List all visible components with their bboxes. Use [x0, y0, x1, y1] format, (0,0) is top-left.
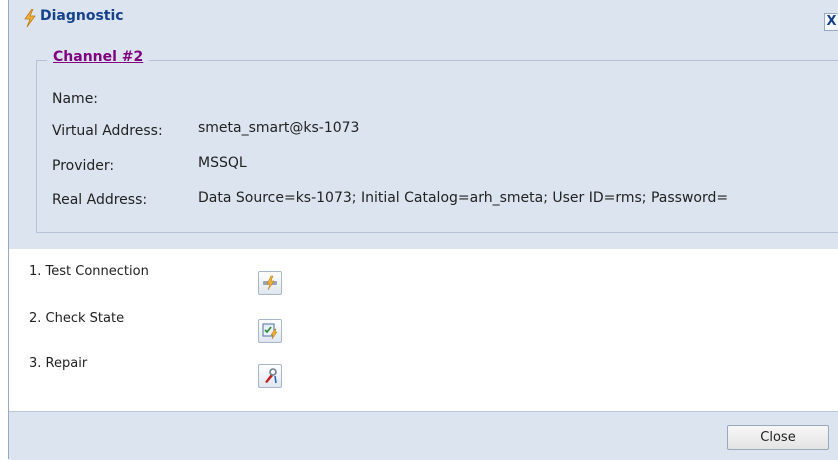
real-address-value: Data Source=ks-1073; Initial Catalog=arh… [198, 190, 729, 206]
virtual-address-value: smeta_smart@ks-1073 [198, 120, 360, 136]
provider-value: MSSQL [198, 155, 247, 171]
checklist-icon [262, 323, 278, 339]
plug-icon [263, 275, 277, 291]
channel-link[interactable]: Channel #2 [47, 49, 150, 65]
close-button[interactable]: Close [727, 425, 829, 450]
check-state-button[interactable] [258, 319, 282, 343]
channel-fieldset: Channel #2 Name: Virtual Address: smeta_… [36, 49, 838, 233]
test-connection-button[interactable] [258, 271, 282, 295]
name-label: Name: [52, 91, 99, 107]
diagnostic-window: Diagnostic X Channel #2 Name: Virtual Ad… [8, 0, 838, 460]
actions-panel: 1. Test Connection 2. Check State 3. Rep… [9, 249, 838, 411]
window-title: Diagnostic [40, 8, 124, 24]
repair-label: 3. Repair [29, 356, 88, 371]
check-state-label: 2. Check State [29, 311, 125, 326]
provider-label: Provider: [52, 158, 115, 174]
wrench-icon [265, 368, 277, 384]
test-connection-label: 1. Test Connection [29, 264, 149, 279]
real-address-label: Real Address: [52, 192, 148, 208]
close-icon[interactable]: X [824, 13, 838, 31]
title-bar: Diagnostic X [9, 0, 838, 36]
footer-bar: Close [9, 411, 838, 460]
repair-button[interactable] [258, 364, 282, 388]
virtual-address-label: Virtual Address: [52, 123, 163, 139]
lightning-icon [22, 8, 38, 28]
